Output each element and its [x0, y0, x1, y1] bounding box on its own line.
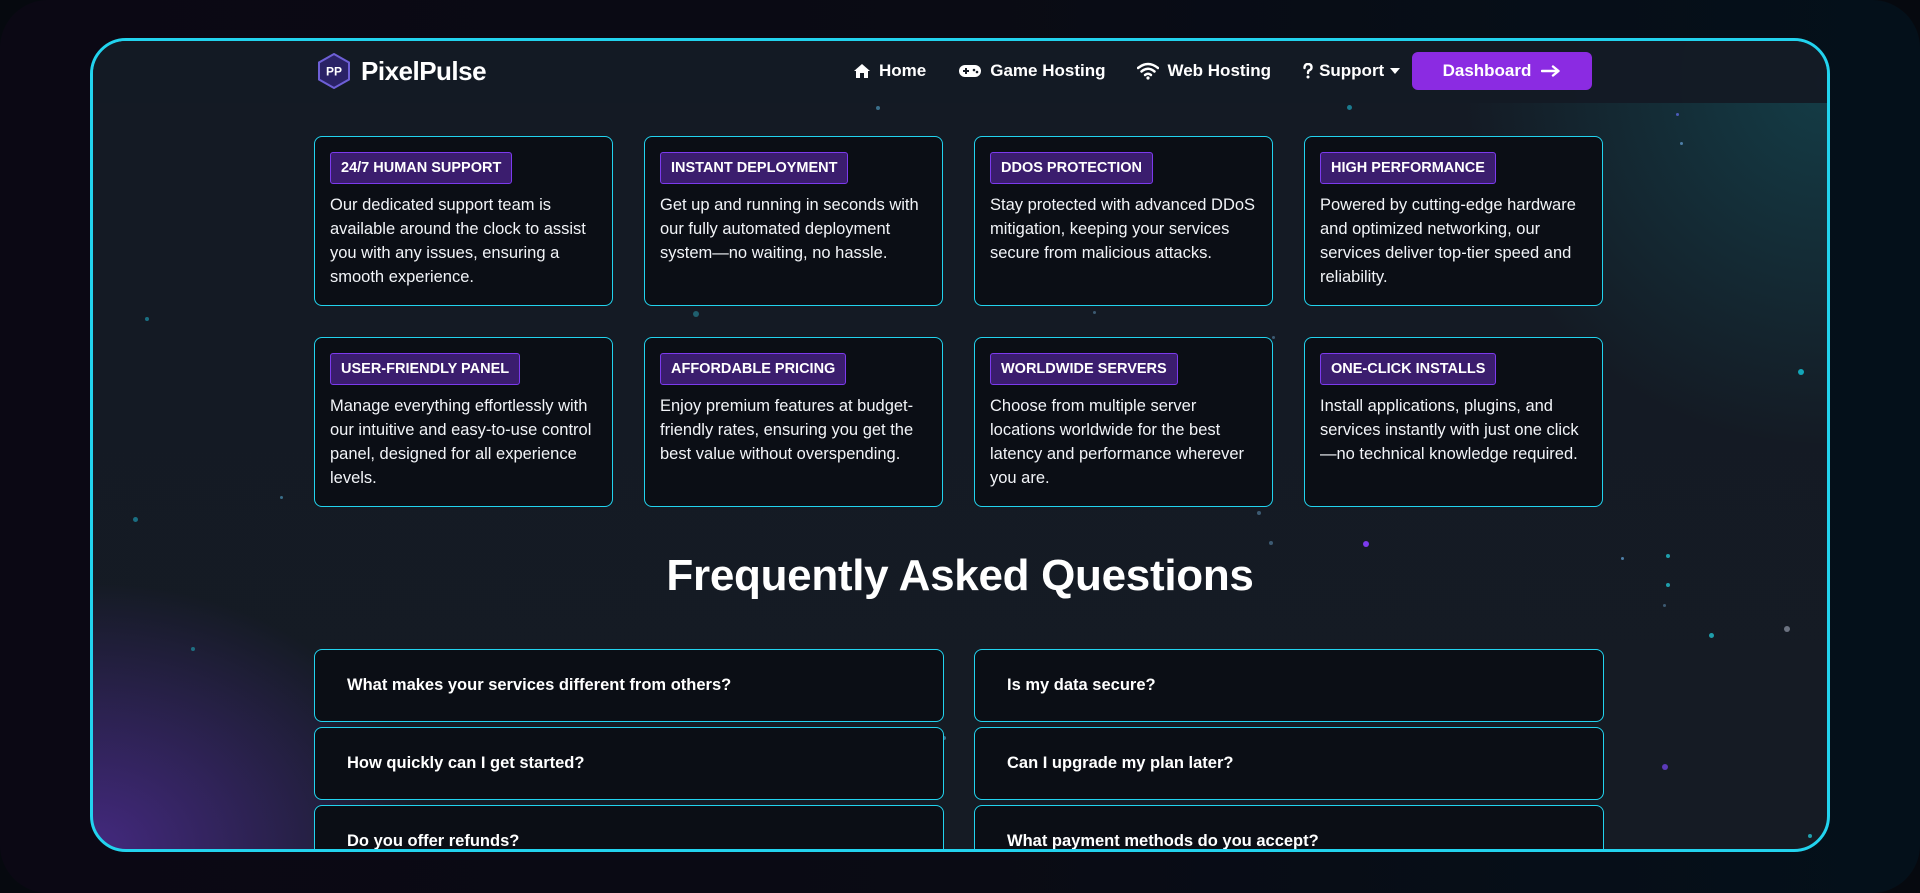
feature-description: Get up and running in seconds with our f… [660, 196, 919, 262]
logo-hexagon-icon: PP [318, 53, 350, 89]
feature-card: User-Friendly Panel Manage everything ef… [314, 337, 613, 507]
question-icon [1303, 63, 1313, 79]
particle [1680, 142, 1683, 145]
particle [1663, 604, 1666, 607]
feature-description: Manage everything effortlessly with our … [330, 397, 592, 487]
feature-badge: 24/7 Human Support [330, 152, 513, 184]
caret-down-icon [1390, 68, 1401, 74]
brand-name: PixelPulse [361, 55, 487, 86]
feature-badge: High Performance [1320, 152, 1496, 184]
particle [1798, 369, 1804, 375]
feature-badge: Worldwide Servers [990, 353, 1178, 385]
feature-card: 24/7 Human Support Our dedicated support… [314, 136, 613, 306]
faq-question[interactable]: What payment methods do you accept? [974, 805, 1604, 850]
faq-question-text: Can I upgrade my plan later? [1007, 754, 1234, 772]
faq-question[interactable]: How quickly can I get started? [314, 727, 944, 800]
faq-question-text: What makes your services different from … [347, 676, 732, 694]
feature-card: Affordable Pricing Enjoy premium feature… [644, 337, 943, 507]
particle [1347, 105, 1352, 110]
particle [145, 317, 149, 321]
browser-viewport: PP PixelPulse Home Game Hosting Web Host… [90, 38, 1830, 852]
wifi-icon [1137, 62, 1160, 80]
feature-description: Enjoy premium features at budget-friendl… [660, 397, 914, 463]
home-icon [854, 64, 870, 78]
feature-description: Our dedicated support team is available … [330, 196, 586, 286]
nav-links: Home Game Hosting Web Hosting Support [853, 61, 1401, 81]
nav-game-hosting-label: Game Hosting [990, 61, 1106, 80]
faq-heading: Frequently Asked Questions [666, 551, 1254, 600]
faq-question[interactable]: Can I upgrade my plan later? [974, 727, 1604, 800]
feature-card: Worldwide Servers Choose from multiple s… [974, 337, 1273, 507]
particle [1093, 311, 1096, 314]
feature-badge: Affordable Pricing [660, 353, 847, 385]
particle [1363, 541, 1369, 547]
particle [1676, 113, 1679, 116]
feature-card: One-Click Installs Install applications,… [1304, 337, 1603, 507]
particle [876, 106, 880, 110]
particle [693, 311, 699, 317]
nav-web-hosting-label: Web Hosting [1167, 61, 1272, 80]
nav-home[interactable]: Home [853, 61, 926, 81]
feature-badge: One-Click Installs [1320, 353, 1497, 385]
faq-question-text: How quickly can I get started? [347, 754, 585, 772]
nav-game-hosting[interactable]: Game Hosting [958, 61, 1105, 81]
gamepad-icon [959, 65, 982, 77]
feature-card: High Performance Powered by cutting-edge… [1304, 136, 1603, 306]
particle [1269, 541, 1273, 545]
particle [1257, 511, 1261, 515]
feature-description: Stay protected with advanced DDoS mitiga… [990, 196, 1256, 262]
feature-badge: DDoS Protection [990, 152, 1153, 184]
particle [1784, 626, 1790, 632]
particle [191, 647, 195, 651]
feature-badge: User-Friendly Panel [330, 353, 521, 385]
arrow-right-icon [1541, 65, 1561, 77]
top-navbar: PP PixelPulse Home Game Hosting Web Host… [93, 41, 1827, 103]
particle [1709, 633, 1714, 638]
particle [280, 496, 283, 499]
particle [1272, 336, 1275, 339]
feature-badge: Instant Deployment [660, 152, 849, 184]
faq-question[interactable]: What makes your services different from … [314, 649, 944, 722]
nav-web-hosting[interactable]: Web Hosting [1137, 61, 1271, 81]
faq-question-text: What payment methods do you accept? [1007, 832, 1319, 850]
nav-support-dropdown[interactable]: Support [1303, 61, 1401, 81]
faq-question-text: Do you offer refunds? [347, 832, 520, 850]
feature-card: DDoS Protection Stay protected with adva… [974, 136, 1273, 306]
faq-question[interactable]: Do you offer refunds? [314, 805, 944, 850]
feature-description: Powered by cutting-edge hardware and opt… [1320, 196, 1576, 286]
feature-description: Install applications, plugins, and servi… [1320, 397, 1579, 463]
dashboard-button[interactable]: Dashboard [1412, 52, 1592, 90]
feature-card: Instant Deployment Get up and running in… [644, 136, 943, 306]
faq-question-text: Is my data secure? [1007, 676, 1156, 694]
particle [1808, 834, 1812, 838]
particle [1662, 764, 1668, 770]
faq-question[interactable]: Is my data secure? [974, 649, 1604, 722]
brand-logo[interactable]: PP PixelPulse [317, 53, 487, 89]
particle [133, 517, 138, 522]
nav-home-label: Home [879, 61, 927, 80]
feature-description: Choose from multiple server locations wo… [990, 397, 1245, 487]
nav-support-label: Support [1319, 61, 1385, 80]
logo-initials: PP [326, 65, 342, 79]
dashboard-button-label: Dashboard [1442, 61, 1532, 80]
